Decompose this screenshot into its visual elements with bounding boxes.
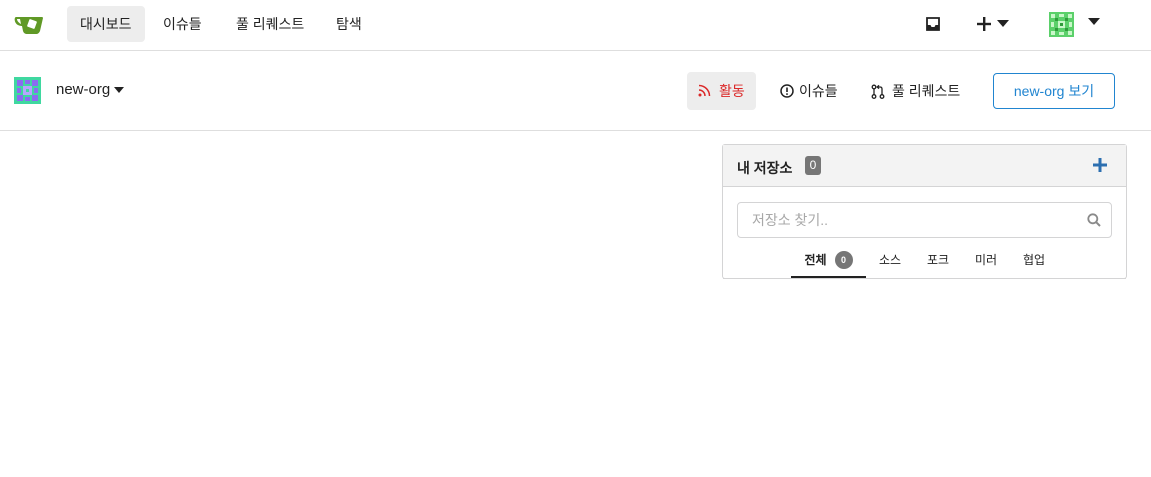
chevron-down-icon[interactable] [997, 20, 1009, 27]
org-header: new-org 활동 이슈들 풀 리퀘스트 new-org 보기 [0, 51, 1151, 131]
rss-icon [698, 84, 711, 97]
repo-filter-tabs: 전체 0 소스 포크 미러 협업 [723, 245, 1126, 279]
repo-search-box [737, 202, 1112, 238]
panel-header: 내 저장소 0 [723, 145, 1126, 187]
nav-issues[interactable]: 이슈들 [150, 6, 215, 42]
tab-activity-label: 활동 [719, 83, 745, 99]
filter-tab-all-label: 전체 [804, 253, 827, 267]
filter-tab-forks[interactable]: 포크 [921, 245, 955, 278]
gitea-logo-icon[interactable] [14, 12, 44, 36]
view-org-button[interactable]: new-org 보기 [993, 73, 1115, 109]
filter-all-count-badge: 0 [834, 251, 853, 269]
filter-tab-mirrors[interactable]: 미러 [969, 245, 1003, 278]
pull-request-icon [871, 84, 885, 99]
nav-dashboard[interactable]: 대시보드 [67, 6, 145, 42]
user-avatar[interactable] [1049, 12, 1074, 37]
org-name[interactable]: new-org [56, 81, 110, 98]
tab-pull-requests-label: 풀 리퀘스트 [892, 83, 961, 99]
filter-tab-collaborative[interactable]: 협업 [1017, 245, 1051, 278]
tab-issues[interactable]: 이슈들 [780, 72, 850, 110]
filter-tab-all[interactable]: 전체 0 [791, 245, 866, 278]
chevron-down-icon[interactable] [114, 87, 124, 93]
tab-issues-label: 이슈들 [799, 83, 838, 99]
inbox-icon[interactable] [925, 16, 941, 32]
plus-icon[interactable] [977, 17, 991, 31]
repo-search-input[interactable] [738, 203, 1078, 237]
chevron-down-icon[interactable] [1088, 18, 1100, 25]
my-repositories-panel: 내 저장소 0 전체 0 소스 포크 미러 협업 [722, 144, 1127, 279]
new-repo-plus-icon[interactable] [1092, 157, 1108, 173]
tab-pull-requests[interactable]: 풀 리퀘스트 [871, 72, 971, 110]
top-navbar: 대시보드 이슈들 풀 리퀘스트 탐색 [0, 0, 1151, 51]
search-icon[interactable] [1087, 213, 1101, 227]
tab-activity[interactable]: 활동 [687, 72, 756, 110]
repo-count-badge: 0 [805, 156, 821, 175]
org-avatar[interactable] [14, 77, 41, 104]
nav-pull-requests[interactable]: 풀 리퀘스트 [223, 6, 317, 42]
issue-opened-icon [780, 84, 794, 98]
nav-explore[interactable]: 탐색 [323, 6, 375, 42]
panel-title: 내 저장소 [737, 160, 793, 176]
filter-tab-sources[interactable]: 소스 [873, 245, 907, 278]
